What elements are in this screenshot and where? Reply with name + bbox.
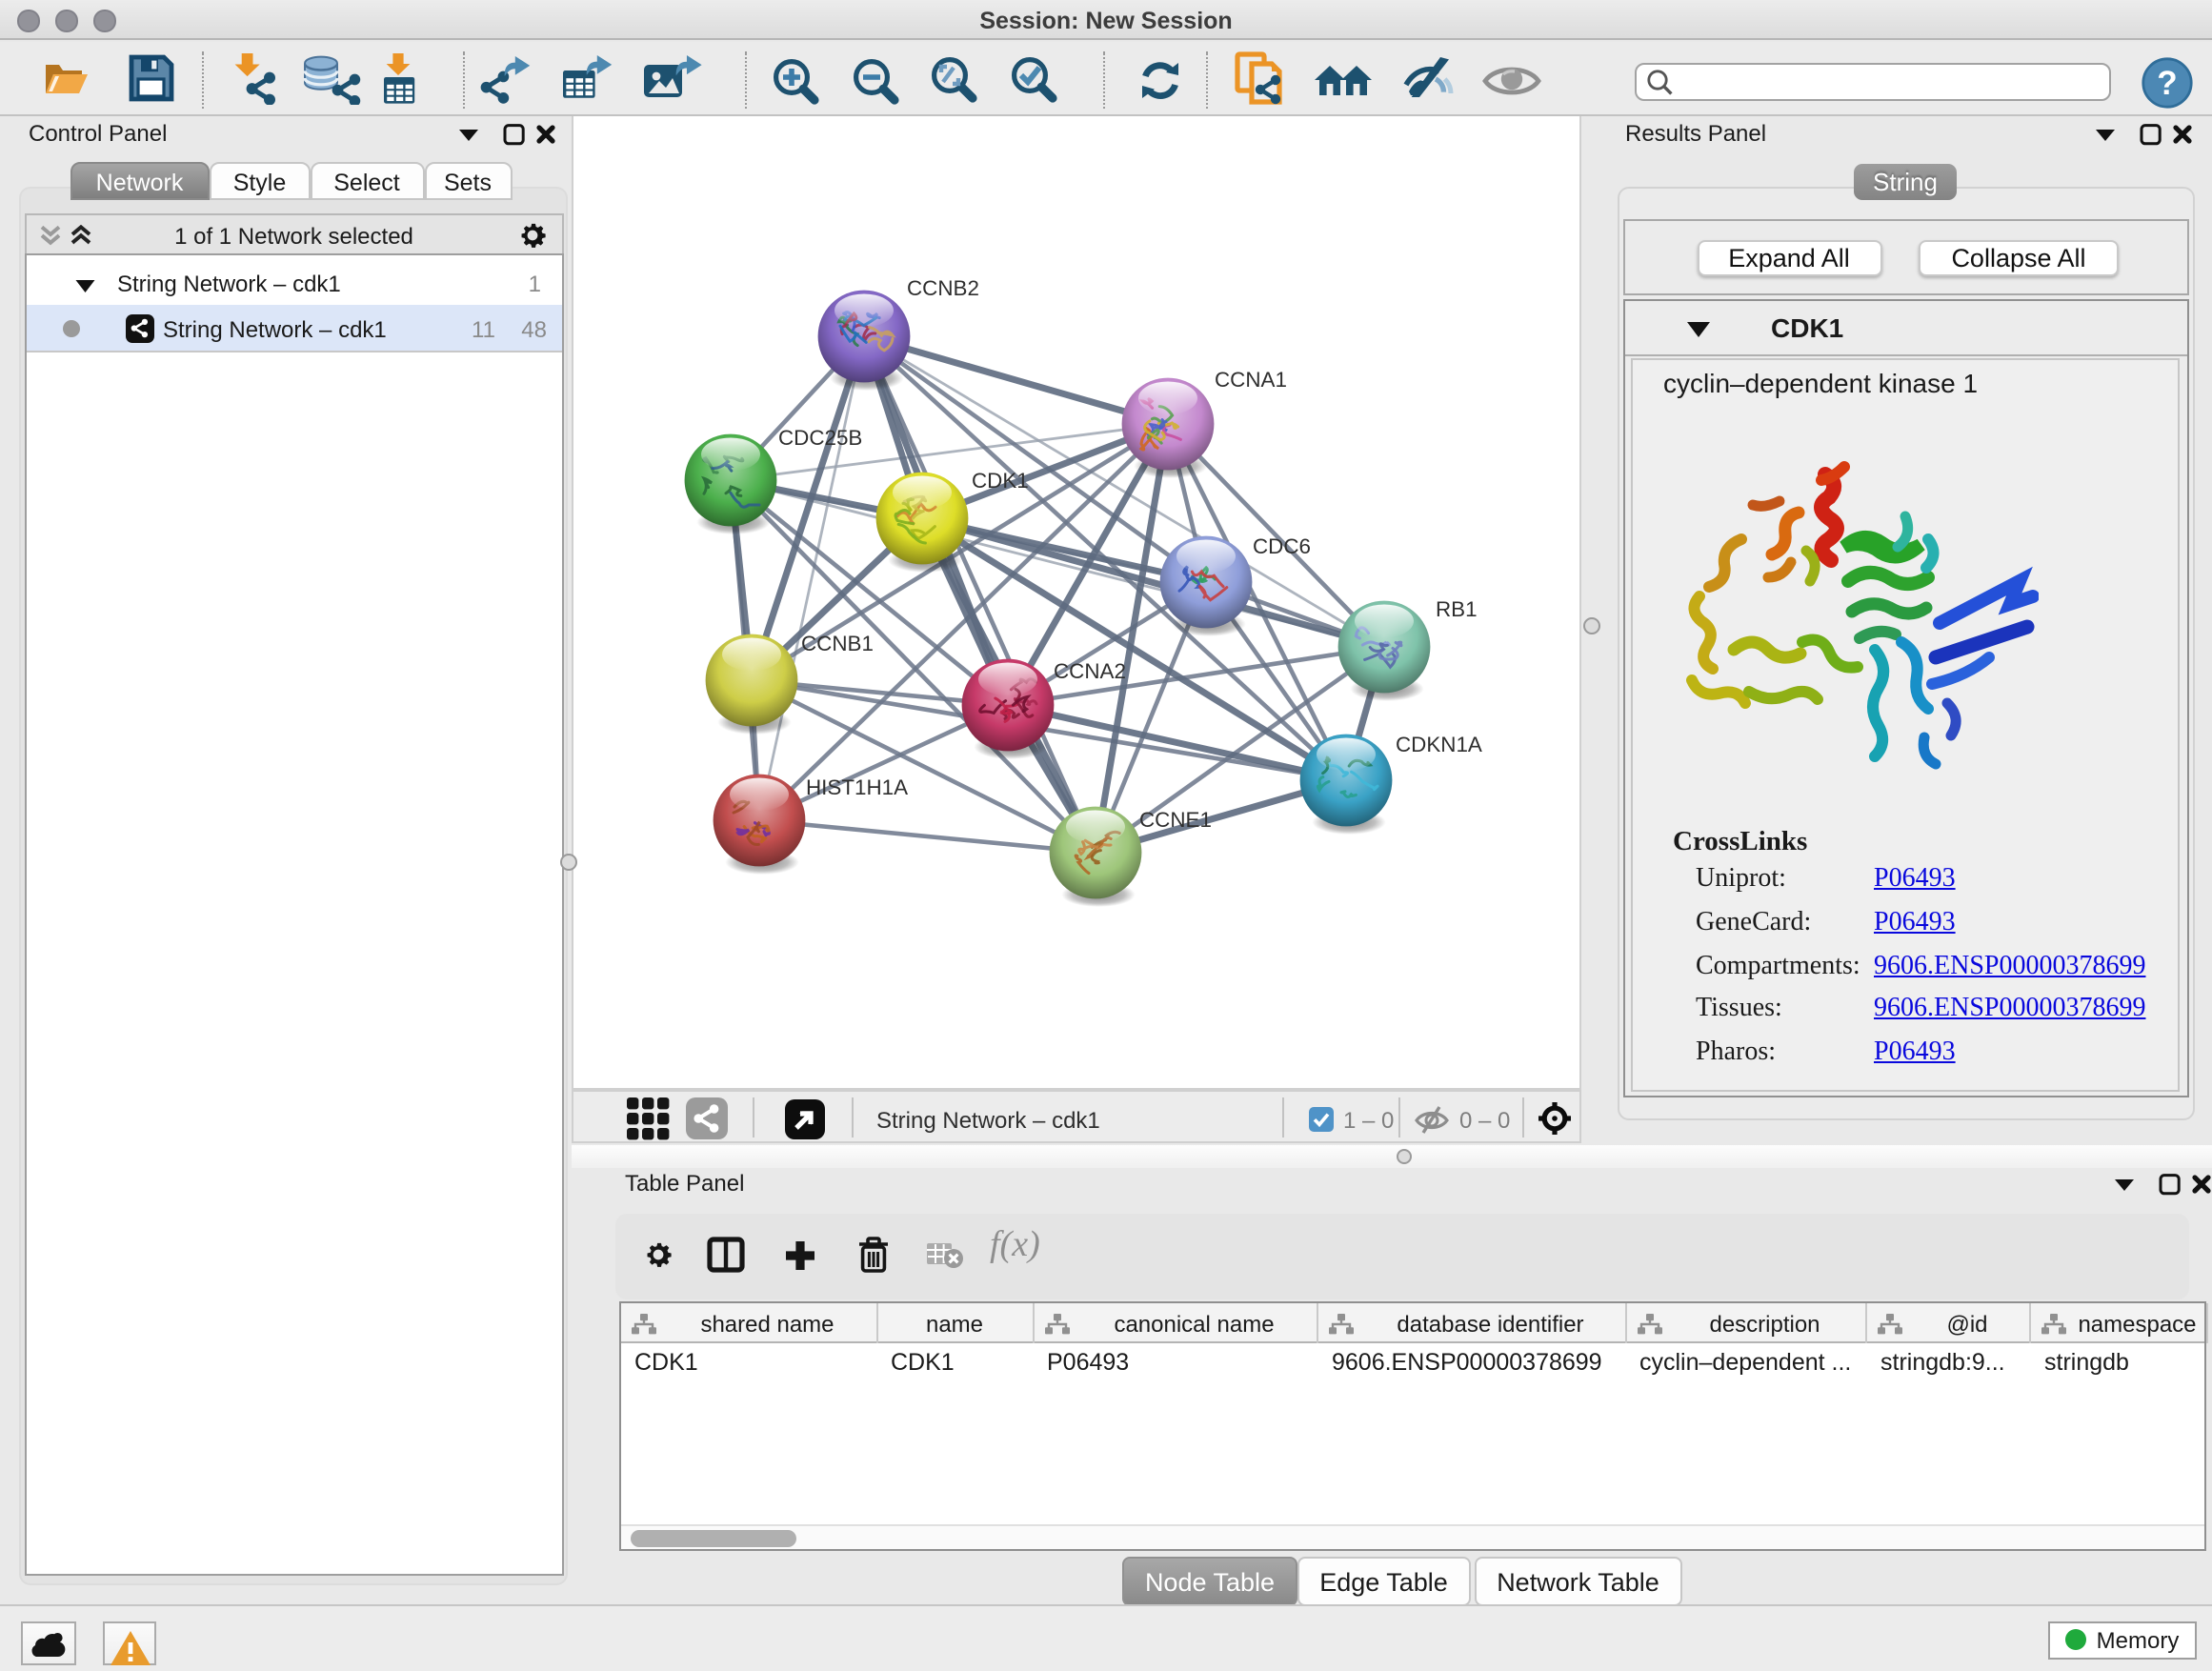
svg-text:CDKN1A: CDKN1A: [1396, 733, 1482, 756]
svg-text:CCNE1: CCNE1: [1139, 808, 1212, 832]
svg-text:CDK1: CDK1: [972, 469, 1029, 493]
svg-text:CDC6: CDC6: [1253, 534, 1311, 558]
svg-text:CCNB2: CCNB2: [907, 276, 979, 300]
svg-text:CCNA2: CCNA2: [1054, 659, 1126, 683]
svg-text:CCNB1: CCNB1: [801, 632, 874, 655]
svg-text:CCNA1: CCNA1: [1215, 368, 1287, 392]
svg-text:?: ?: [2157, 65, 2177, 102]
svg-text:RB1: RB1: [1436, 597, 1478, 621]
svg-text:HIST1H1A: HIST1H1A: [806, 775, 908, 799]
svg-text:CDC25B: CDC25B: [778, 426, 862, 450]
